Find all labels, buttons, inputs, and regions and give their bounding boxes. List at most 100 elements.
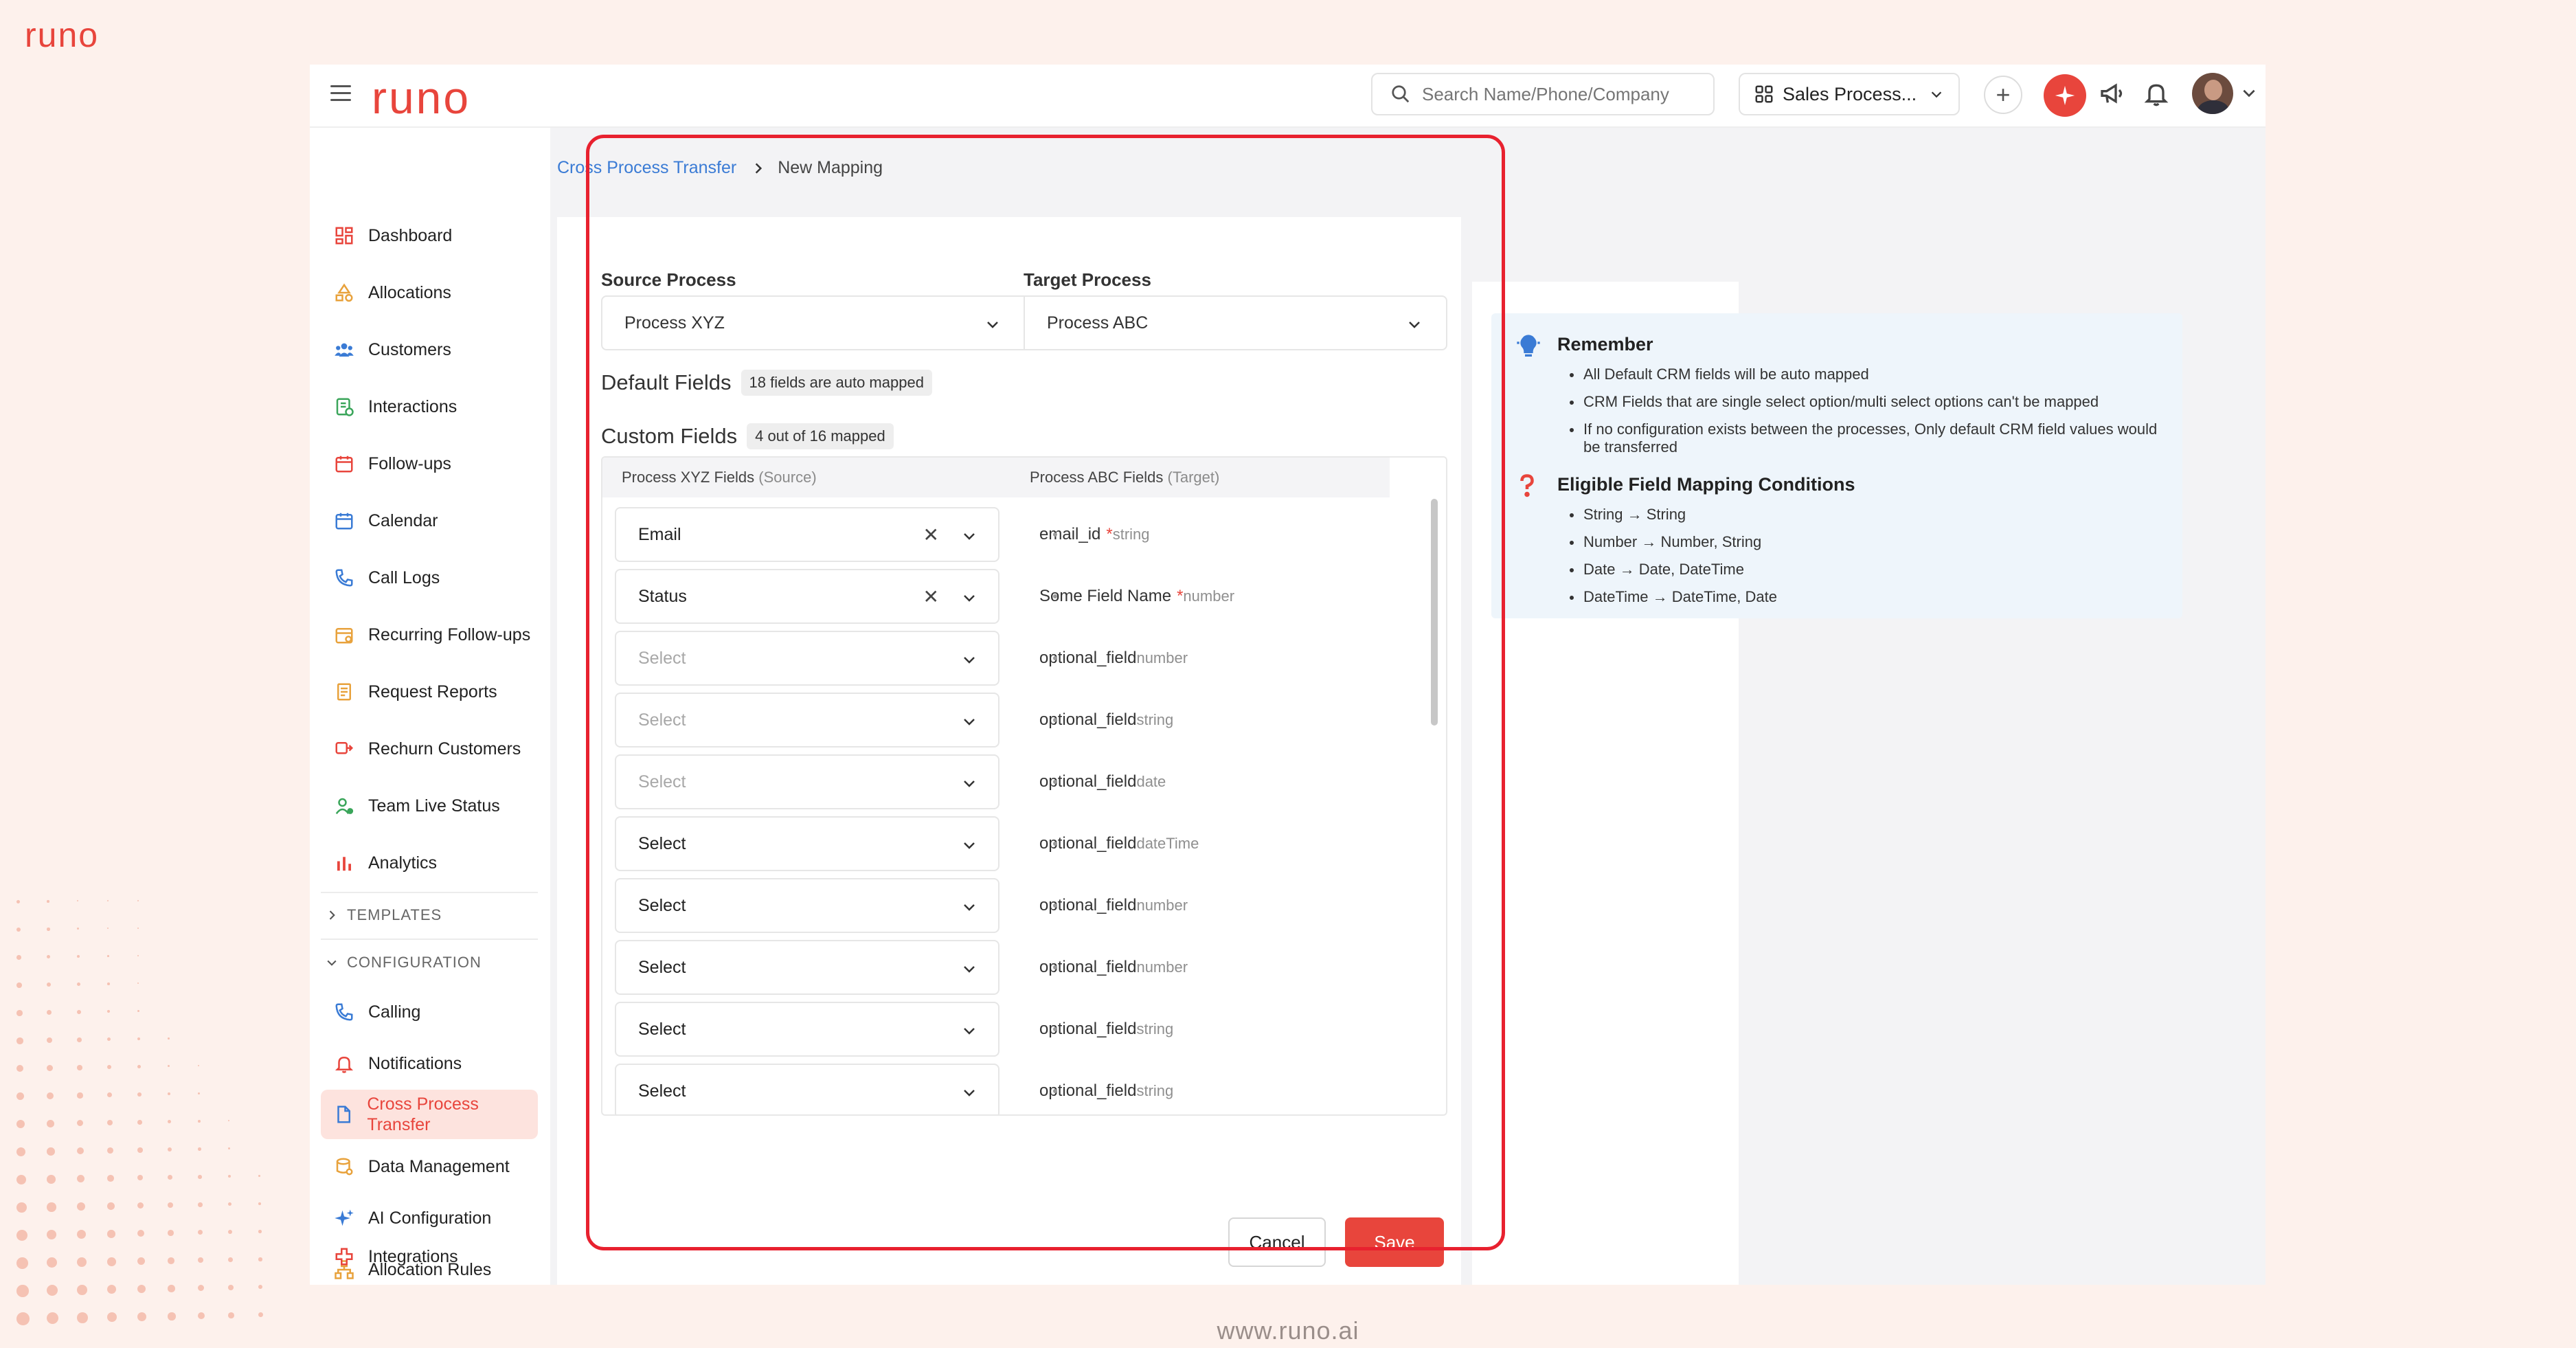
custom-fields-heading: Custom Fields 4 out of 16 mapped — [601, 423, 894, 449]
default-fields-badge: 18 fields are auto mapped — [741, 370, 932, 396]
corner-logo: runo — [25, 16, 100, 54]
source-field-select[interactable]: Select — [615, 816, 999, 871]
breadcrumb-link-cross-process-transfer[interactable]: Cross Process Transfer — [557, 158, 736, 178]
sidebar-item-integrations[interactable]: Integrations — [321, 1235, 538, 1278]
separator-dot — [1053, 1089, 1057, 1093]
sidebar-item-label: Call Logs — [368, 568, 440, 587]
sidebar-item-allocations[interactable]: Allocations — [321, 271, 538, 314]
sidebar-item-call-logs[interactable]: Call Logs — [321, 557, 538, 599]
sidebar-item-team-live-status[interactable]: Team Live Status — [321, 785, 538, 827]
chevron-down-icon[interactable] — [2240, 84, 2258, 102]
lightbulb-icon — [1517, 335, 1540, 357]
sidebar-item-calendar[interactable]: Calendar — [321, 499, 538, 542]
team-status-icon — [332, 794, 356, 818]
decorative-dot — [168, 1230, 174, 1236]
sidebar-item-label: Recurring Follow-ups — [368, 625, 531, 644]
decorative-dot — [77, 1230, 86, 1239]
table-row: Select optional_field dateTime — [602, 815, 1427, 871]
table-scrollbar[interactable] — [1431, 499, 1438, 726]
search-box[interactable] — [1371, 73, 1715, 115]
sidebar-item-cross-process-transfer[interactable]: Cross Process Transfer — [321, 1090, 538, 1139]
app-logo[interactable]: runo — [372, 71, 471, 124]
source-field-select[interactable]: Select — [615, 631, 999, 686]
separator-dot — [1053, 842, 1057, 846]
decorative-dot — [168, 1037, 170, 1040]
clear-icon[interactable]: ✕ — [923, 585, 939, 608]
decorative-dot — [77, 1092, 83, 1099]
analytics-icon — [332, 851, 356, 875]
decorative-dot — [16, 1037, 23, 1044]
source-field-select[interactable]: Select — [615, 693, 999, 748]
source-field-select[interactable]: Select — [615, 1002, 999, 1057]
decorative-dot — [77, 928, 80, 930]
sidebar-item-interactions[interactable]: Interactions — [321, 385, 538, 428]
sidebar-item-customers[interactable]: Customers — [321, 328, 538, 371]
decorative-dot — [47, 1092, 54, 1099]
decorative-dot — [107, 928, 109, 929]
add-button[interactable]: + — [1984, 76, 2022, 114]
target-process-select[interactable]: Process ABC — [1024, 295, 1447, 350]
decorative-dot — [77, 982, 80, 986]
target-field-type: dateTime — [1136, 835, 1199, 852]
sidebar-item-analytics[interactable]: Analytics — [321, 842, 538, 884]
target-field-type: number — [1136, 958, 1188, 976]
bell-icon[interactable] — [2143, 78, 2170, 109]
source-field-value: Select — [638, 895, 686, 915]
sidebar-item-calling[interactable]: Calling — [321, 991, 538, 1033]
sidebar-item-label: AI Configuration — [368, 1208, 492, 1228]
ai-sparkle-button[interactable] — [2044, 74, 2086, 117]
decorative-dot — [198, 1202, 203, 1207]
data-management-icon — [332, 1155, 356, 1178]
decorative-dot — [198, 1175, 202, 1179]
hamburger-menu-icon[interactable] — [330, 85, 351, 103]
source-field-select[interactable]: Select — [615, 1064, 999, 1114]
source-field-select[interactable]: Status ✕ — [615, 569, 999, 624]
target-field: email_id * string — [1039, 525, 1150, 544]
source-field-select[interactable]: Email ✕ — [615, 507, 999, 562]
sidebar-section-templates[interactable]: TEMPLATES — [325, 906, 442, 924]
decorative-dot — [198, 1092, 200, 1094]
section-label: TEMPLATES — [347, 906, 442, 923]
sidebar-item-follow-ups[interactable]: Follow-ups — [321, 442, 538, 485]
notifications-icon — [332, 1052, 356, 1075]
cancel-button[interactable]: Cancel — [1228, 1217, 1326, 1267]
decorative-dot — [47, 1120, 54, 1127]
sidebar-item-label: Analytics — [368, 853, 438, 873]
target-process-value: Process ABC — [1047, 313, 1149, 333]
decorative-dot — [77, 1065, 82, 1070]
search-input[interactable] — [1422, 83, 1697, 105]
source-field-select[interactable]: Select — [615, 940, 999, 995]
process-switcher[interactable]: Sales Process... — [1739, 73, 1960, 115]
target-field-type: number — [1183, 587, 1235, 605]
chevron-down-icon — [964, 533, 975, 540]
reports-icon — [332, 680, 356, 704]
sidebar-section-configuration[interactable]: CONFIGURATION — [325, 954, 482, 971]
decorative-dot — [16, 1257, 28, 1269]
source-field-select[interactable]: Select — [615, 878, 999, 933]
sidebar-item-recurring-follow-ups[interactable]: Recurring Follow-ups — [321, 614, 538, 656]
column-header-source: Process XYZ Fields (Source) — [622, 469, 817, 486]
sidebar-item-ai-configuration[interactable]: AI Configuration — [321, 1197, 538, 1239]
remember-item: CRM Fields that are single select option… — [1570, 393, 2160, 411]
megaphone-icon[interactable] — [2099, 78, 2126, 109]
source-field-value: Select — [638, 957, 686, 977]
sidebar-item-notifications[interactable]: Notifications — [321, 1042, 538, 1085]
interactions-icon — [332, 395, 356, 418]
sidebar-item-rechurn-customers[interactable]: Rechurn Customers — [321, 728, 538, 770]
save-button[interactable]: Save — [1345, 1217, 1444, 1267]
user-avatar[interactable] — [2192, 73, 2233, 114]
clear-icon[interactable]: ✕ — [923, 524, 939, 546]
decorative-dot — [258, 1175, 260, 1177]
source-process-select[interactable]: Process XYZ — [601, 295, 1024, 350]
separator-dot — [1053, 903, 1057, 908]
sidebar-item-request-reports[interactable]: Request Reports — [321, 671, 538, 713]
decorative-dot — [137, 1175, 144, 1181]
source-field-select[interactable]: Select — [615, 754, 999, 809]
decorative-dot — [77, 900, 79, 902]
target-field: optional_field dateTime — [1039, 834, 1199, 853]
sidebar-item-label: Interactions — [368, 396, 457, 416]
sidebar-item-data-management[interactable]: Data Management — [321, 1145, 538, 1188]
sidebar-item-dashboard[interactable]: Dashboard — [321, 214, 538, 257]
target-field: Some Field Name * number — [1039, 587, 1234, 606]
source-field-value: Email — [638, 524, 681, 544]
